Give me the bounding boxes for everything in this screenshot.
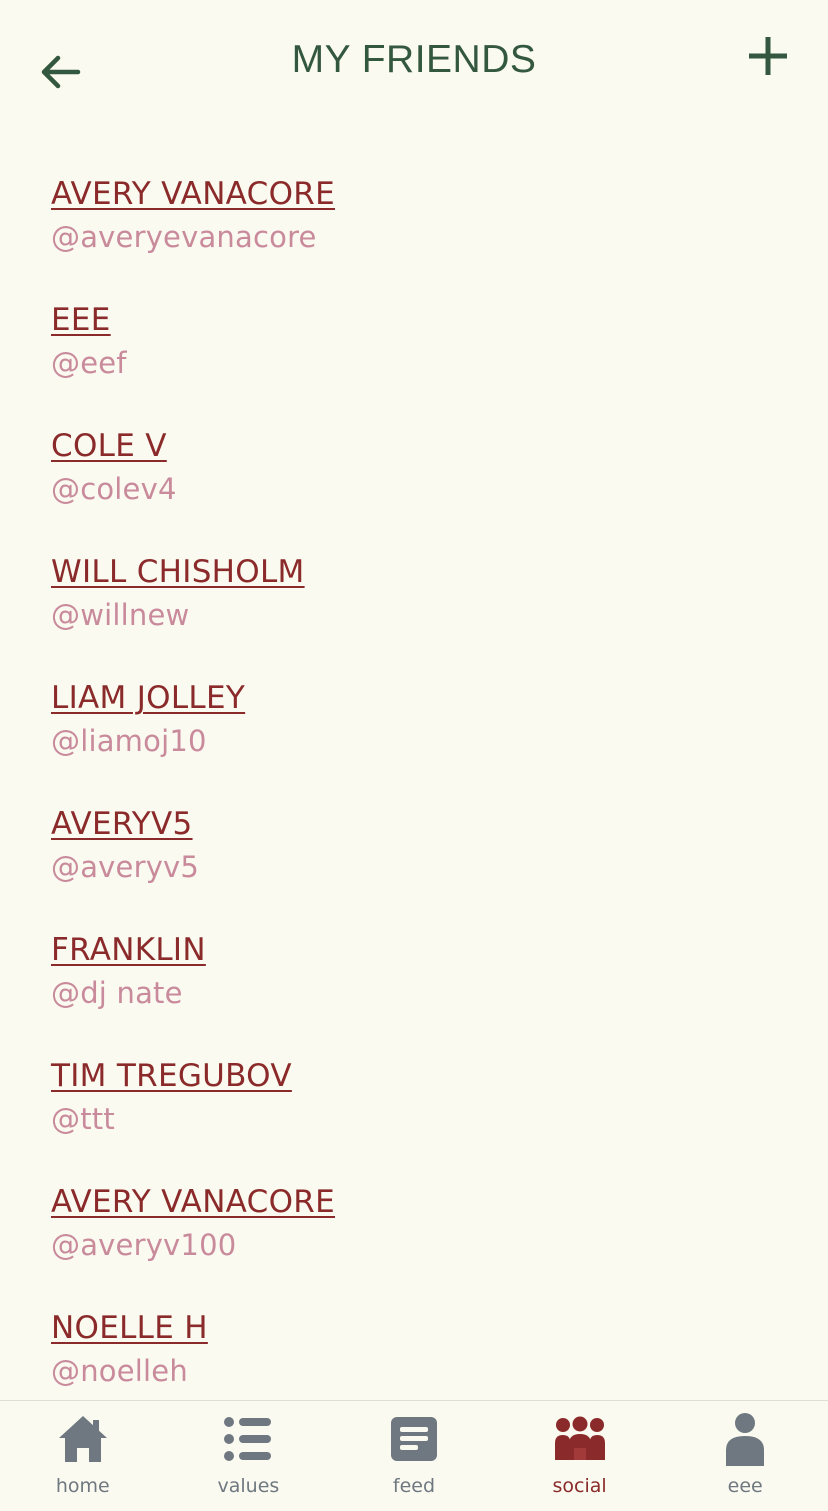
friend-name-link[interactable]: LIAM JOLLEY bbox=[51, 678, 245, 718]
people-icon bbox=[554, 1416, 605, 1460]
friend-handle: @eef bbox=[51, 346, 127, 380]
friend-name-link[interactable]: WILL CHISHOLM bbox=[51, 552, 305, 592]
friend-handle: @averyv100 bbox=[51, 1228, 237, 1262]
list-icon bbox=[224, 1417, 272, 1461]
tab-label: feed bbox=[392, 1475, 436, 1497]
header: MY FRIENDS bbox=[0, 0, 828, 130]
friend-name-link[interactable]: AVERYV5 bbox=[51, 804, 193, 844]
friend-handle: @averyv5 bbox=[51, 850, 200, 884]
list-item: AVERY VANACORE @averyevanacore bbox=[51, 174, 791, 300]
tab-values[interactable]: values bbox=[166, 1401, 332, 1511]
add-friend-button[interactable] bbox=[746, 34, 790, 78]
list-item: EEE @eef bbox=[51, 300, 791, 426]
tab-feed[interactable]: feed bbox=[331, 1401, 497, 1511]
friend-name-link[interactable]: AVERY VANACORE bbox=[51, 174, 335, 214]
friend-handle: @averyevanacore bbox=[51, 220, 317, 254]
feed-icon bbox=[390, 1417, 437, 1461]
friend-handle: @dj nate bbox=[51, 976, 183, 1010]
list-item: WILL CHISHOLM @willnew bbox=[51, 552, 791, 678]
tab-home[interactable]: home bbox=[0, 1401, 166, 1511]
friends-screen: MY FRIENDS AVERY VANACORE @averyevanacor… bbox=[0, 0, 828, 1511]
person-icon bbox=[726, 1413, 765, 1466]
friend-handle: @noelleh bbox=[51, 1354, 188, 1388]
list-item: LIAM JOLLEY @liamoj10 bbox=[51, 678, 791, 804]
list-item: COLE V @colev4 bbox=[51, 426, 791, 552]
friend-handle: @ttt bbox=[51, 1102, 115, 1136]
friend-name-link[interactable]: COLE V bbox=[51, 426, 167, 466]
friend-name-link[interactable]: AVERY VANACORE bbox=[51, 1182, 335, 1222]
friend-handle: @willnew bbox=[51, 598, 190, 632]
friend-name-link[interactable]: NOELLE H bbox=[51, 1308, 208, 1348]
page-title: MY FRIENDS bbox=[291, 38, 537, 81]
tab-label: home bbox=[55, 1475, 110, 1497]
plus-icon bbox=[749, 37, 787, 75]
tab-profile[interactable]: eee bbox=[662, 1401, 828, 1511]
friend-handle: @liamoj10 bbox=[51, 724, 207, 758]
tab-label: eee bbox=[727, 1475, 763, 1497]
bottom-tab-bar: home values feed social eee bbox=[0, 1400, 828, 1511]
list-item: FRANKLIN @dj nate bbox=[51, 930, 791, 1056]
list-item: AVERY VANACORE @averyv100 bbox=[51, 1182, 791, 1308]
tab-label: social bbox=[552, 1475, 607, 1497]
friend-name-link[interactable]: FRANKLIN bbox=[51, 930, 206, 970]
friend-name-link[interactable]: EEE bbox=[51, 300, 111, 340]
list-item: AVERYV5 @averyv5 bbox=[51, 804, 791, 930]
tab-social[interactable]: social bbox=[497, 1401, 663, 1511]
friend-handle: @colev4 bbox=[51, 472, 177, 506]
friends-list: AVERY VANACORE @averyevanacore EEE @eef … bbox=[51, 174, 791, 1434]
tab-label: values bbox=[217, 1475, 280, 1497]
list-item: TIM TREGUBOV @ttt bbox=[51, 1056, 791, 1182]
home-icon bbox=[58, 1416, 107, 1462]
friend-name-link[interactable]: TIM TREGUBOV bbox=[51, 1056, 292, 1096]
